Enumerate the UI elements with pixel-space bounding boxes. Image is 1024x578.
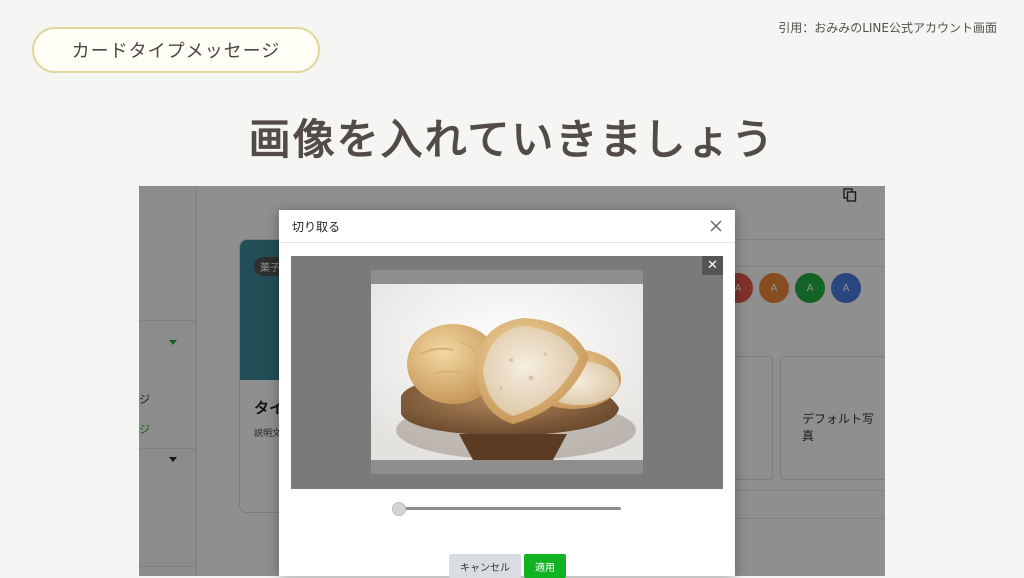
zoom-slider-track[interactable]: [398, 507, 621, 510]
crop-frame[interactable]: [371, 270, 643, 474]
dialog-title: 切り取る: [292, 220, 341, 234]
close-icon[interactable]: [708, 218, 724, 234]
section-label-pill: カードタイプメッセージ: [32, 27, 320, 73]
citation-text: 引用：おみみのLINE公式アカウント画面: [778, 21, 997, 35]
page-title: 画像を入れていきましょう: [248, 115, 776, 164]
dialog-divider: [279, 242, 735, 243]
remove-image-close-icon[interactable]: ✕: [702, 256, 723, 275]
section-label: カードタイプメッセージ: [71, 41, 281, 62]
bread-photo: [371, 284, 643, 460]
apply-button[interactable]: 適用: [524, 554, 566, 578]
zoom-slider-thumb[interactable]: [392, 502, 406, 516]
crop-dialog: 切り取る ✕ キャンセル 適用: [279, 210, 735, 578]
cancel-button[interactable]: キャンセル: [449, 554, 521, 578]
crop-canvas[interactable]: ✕: [291, 256, 723, 489]
